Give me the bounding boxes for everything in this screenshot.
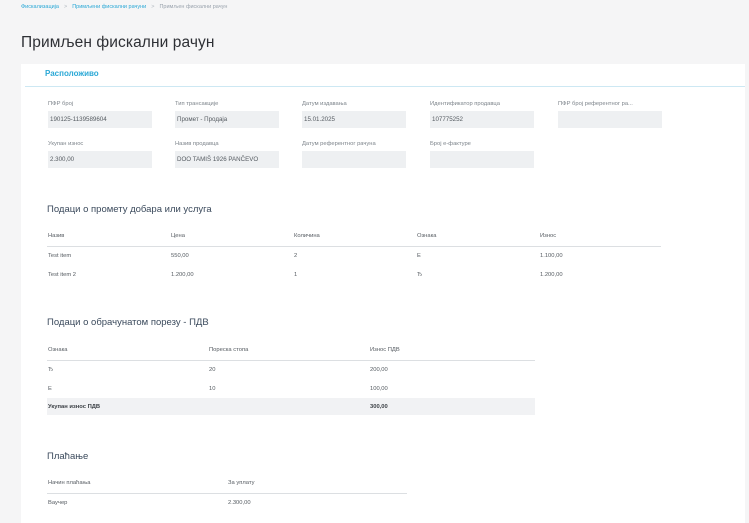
table-row: Е 10 100,00 [47,379,535,398]
item-name: Test item [48,252,72,259]
item-quantity: 2 [294,252,298,259]
table-row: Ђ 20 200,00 [47,360,535,379]
items-table: Назив Цена Количина Ознака Износ Test it… [47,227,661,284]
seller-name-field: Назив продавца DOO TAMIŠ 1926 PANČEVO [175,140,279,168]
tax-table-header-row: Ознака Пореска стопа Износ ПДВ [47,341,535,361]
tax-header-rate: Пореска стопа [208,341,369,361]
total-amount-field: Укупан износ 2.300,00 [48,140,152,168]
pfr-number-field: ПФР број 190125-1139589604 [48,100,152,128]
seller-id-label: Идентификатор продавца [430,101,500,107]
tax-header-label: Ознака [47,341,208,361]
item-quantity: 1 [294,271,298,278]
items-header-price: Цена [170,227,293,247]
tax-rate: 20 [209,366,216,373]
tax-total-value: 300,00 [369,398,535,415]
item-amount: 1.200,00 [540,271,563,278]
items-header-quantity: Количина [293,227,416,247]
payment-amount: 2.300,00 [228,499,251,506]
reference-date-field: Датум референтног рачуна [302,140,406,168]
einvoice-number-value [430,151,534,168]
reference-date-label: Датум референтног рачуна [302,141,376,147]
tax-label: Е [48,385,52,392]
einvoice-number-label: Број е-фактуре [430,141,471,147]
reference-pfr-value [558,111,662,128]
payment-section-title: Плаћање [47,451,89,462]
payment-table: Начин плаћања За уплату Ваучер 2.300,00 [47,474,407,512]
issue-date-value: 15.01.2025 [302,111,406,128]
seller-id-field: Идентификатор продавца 107775252 [430,100,534,128]
issue-date-field: Датум издавања 15.01.2025 [302,100,406,128]
tax-amount: 200,00 [370,366,388,373]
items-table-header-row: Назив Цена Количина Ознака Износ [47,227,661,247]
payment-header-amount: За уплату [227,474,407,494]
table-row: Test item 2 1.200,00 1 Ђ 1.200,00 [47,265,661,284]
item-tax-label: Ђ [417,271,423,278]
reference-pfr-label: ПФР број референтног ра... [558,101,633,107]
transaction-type-value: Промет - Продаја [175,111,279,128]
table-row: Test item 550,00 2 Е 1.100,00 [47,246,661,265]
einvoice-number-field: Број е-фактуре [430,140,534,168]
transaction-type-field: Тип трансакције Промет - Продаја [175,100,279,128]
pfr-number-value: 190125-1139589604 [48,111,152,128]
issue-date-label: Датум издавања [302,101,347,107]
breadcrumb: Фискализација > Примљени фискални рачуни > П… [21,4,227,10]
payment-header-method: Начин плаћања [47,474,227,494]
total-amount-label: Укупан износ [48,141,84,147]
transaction-type-label: Тип трансакције [175,101,219,107]
breadcrumb-separator-icon: > [63,4,68,10]
breadcrumb-item-current: Примљен фискални рачун [159,4,228,10]
tax-total-row: Укупан износ ПДВ 300,00 [47,398,535,415]
tax-amount: 100,00 [370,385,388,392]
tax-table: Ознака Пореска стопа Износ ПДВ Ђ 20 200,… [47,341,535,415]
tax-rate: 10 [209,385,216,392]
item-amount: 1.100,00 [540,252,563,259]
tab-divider [25,86,745,87]
payment-method: Ваучер [48,499,68,506]
item-name: Test item 2 [48,271,77,278]
items-header-amount: Износ [539,227,661,247]
payment-table-header-row: Начин плаћања За уплату [47,474,407,494]
item-price: 1.200,00 [171,271,194,278]
tax-header-amount: Износ ПДВ [369,341,535,361]
seller-name-value: DOO TAMIŠ 1926 PANČEVO [175,151,279,168]
table-row: Ваучер 2.300,00 [47,493,407,512]
breadcrumb-separator-icon: > [151,4,155,10]
reference-pfr-field: ПФР број референтног ра... [558,100,662,128]
page-title: Примљен фискални рачун [21,34,215,51]
tax-label: Ђ [48,366,54,373]
seller-id-value: 107775252 [430,111,534,128]
item-tax-label: Е [417,252,421,259]
tax-section-title: Подаци о обрачунатом порезу - ПДВ [47,317,209,328]
reference-date-value [302,151,406,168]
items-section-title: Подаци о промету добара или услуга [47,204,212,215]
seller-name-label: Назив продавца [175,141,219,147]
breadcrumb-item-received-invoices[interactable]: Примљени фискални рачуни [72,4,146,10]
tax-total-spacer [208,398,369,415]
total-amount-value: 2.300,00 [48,151,152,168]
items-header-name: Назив [47,227,170,247]
tab-available[interactable]: Расположиво [45,69,99,78]
items-header-label: Ознака [416,227,539,247]
pfr-number-label: ПФР број [48,101,74,107]
invoice-card: Расположиво ПФР број 190125-1139589604 Т… [21,64,745,523]
item-price: 550,00 [171,252,189,259]
breadcrumb-item-fiscalization[interactable]: Фискализација [21,4,59,10]
tax-total-label: Укупан износ ПДВ [47,398,208,415]
